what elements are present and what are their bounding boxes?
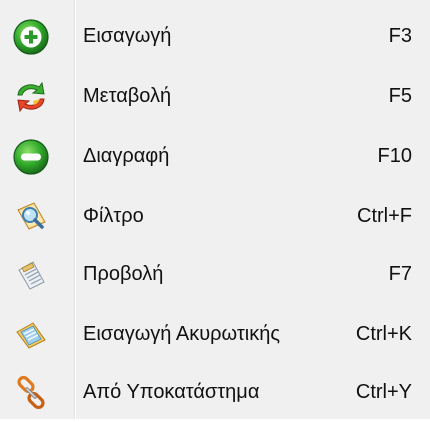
menu-item-insert-cancellation[interactable]: Εισαγωγή Ακυρωτικής Ctrl+K bbox=[0, 306, 430, 364]
menu-item-shortcut: F10 bbox=[377, 145, 412, 167]
context-menu: Εισαγωγή F3 Μεταβολή F5 Διαγραφή F10 Φίλ… bbox=[0, 0, 430, 419]
menu-item-filter[interactable]: Φίλτρο Ctrl+F bbox=[0, 188, 430, 246]
menu-item-modify[interactable]: Μεταβολή F5 bbox=[0, 68, 430, 126]
menu-item-shortcut: Ctrl+F bbox=[357, 205, 412, 227]
menu-item-shortcut: Ctrl+Y bbox=[355, 381, 412, 403]
menu-item-label: Προβολή bbox=[83, 263, 164, 285]
menu-item-from-branch[interactable]: Από Υποκατάστημα Ctrl+Y bbox=[0, 364, 430, 422]
view-icon bbox=[18, 261, 45, 290]
menu-item-label: Από Υποκατάστημα bbox=[83, 381, 260, 403]
menu-item-label: Εισαγωγή Ακυρωτικής bbox=[83, 323, 280, 345]
menu-item-view[interactable]: Προβολή F7 bbox=[0, 246, 430, 304]
branch-link-icon bbox=[17, 375, 45, 410]
menu-item-label: Φίλτρο bbox=[83, 205, 144, 227]
menu-item-insert[interactable]: Εισαγωγή F3 bbox=[0, 8, 430, 66]
menu-item-delete[interactable]: Διαγραφή F10 bbox=[0, 128, 430, 186]
menu-item-label: Εισαγωγή bbox=[83, 25, 172, 47]
add-icon bbox=[13, 19, 49, 55]
menu-item-shortcut: F7 bbox=[388, 263, 412, 285]
refresh-icon bbox=[17, 81, 45, 113]
filter-icon bbox=[17, 202, 46, 230]
remove-icon bbox=[13, 139, 49, 175]
menu-item-shortcut: Ctrl+K bbox=[355, 323, 412, 345]
menu-item-label: Μεταβολή bbox=[83, 85, 172, 107]
menu-item-label: Διαγραφή bbox=[83, 145, 170, 167]
cancel-entry-icon bbox=[16, 322, 46, 349]
menu-item-shortcut: F3 bbox=[388, 25, 412, 47]
menu-item-shortcut: F5 bbox=[388, 85, 412, 107]
